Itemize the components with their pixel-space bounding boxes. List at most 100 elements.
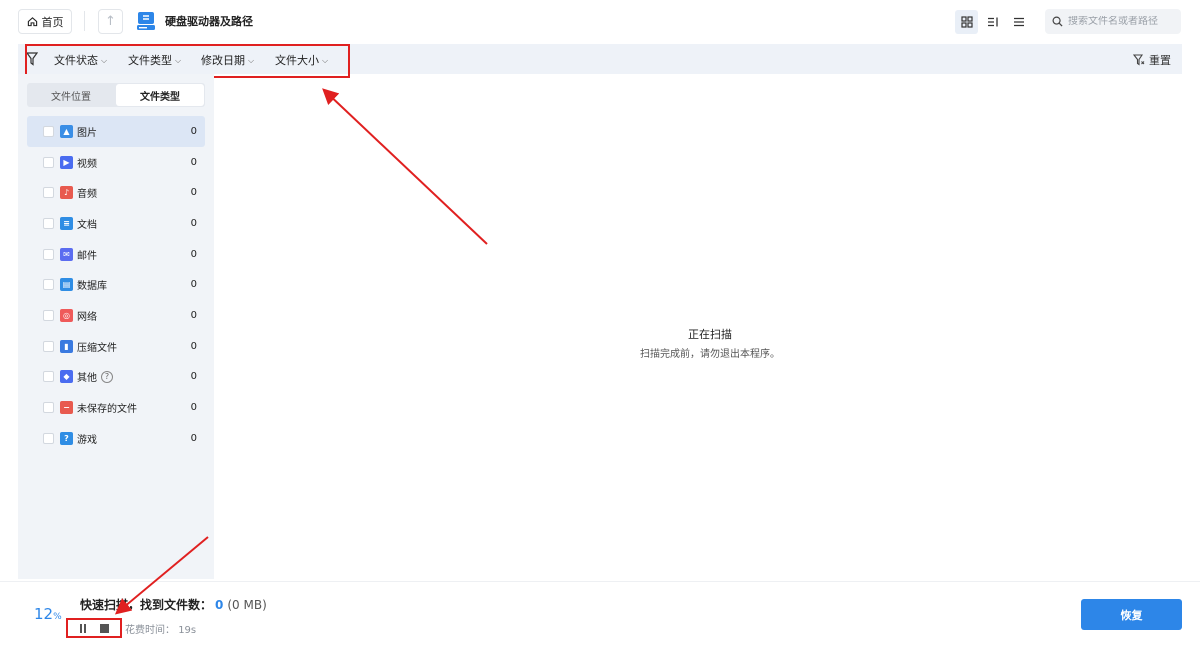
reset-label: 重置 [1149,54,1171,67]
checkbox[interactable] [43,279,54,291]
document-icon: ≡ [60,216,73,230]
home-button[interactable]: 首页 [18,9,72,34]
category-count: 0 [190,309,197,321]
checkbox[interactable] [43,217,54,229]
restore-button[interactable]: 恢复 [1081,599,1182,630]
category-count: 0 [190,125,197,137]
up-button[interactable]: ↑ [98,9,123,34]
category-item[interactable]: ▤ 数据库 0 [27,269,205,300]
category-label: 其他 [77,373,97,385]
bottom-bar: 12% 快速扫描，找到文件数： 0 (0 MB) 花费时间： 19s 恢复 [0,581,1200,647]
annotation-arrow-filters [322,88,488,245]
category-item[interactable]: ? 游戏 0 [27,423,205,454]
grid-icon [960,15,973,28]
pause-button[interactable] [79,623,86,633]
checkbox[interactable] [43,340,54,352]
scan-summary: 快速扫描，找到文件数： 0 (0 MB) [80,596,267,613]
category-item[interactable]: − 未保存的文件 0 [27,392,205,423]
category-label: 图片 [77,127,97,139]
scan-controls [66,618,122,638]
progress-unit: % [53,612,62,622]
category-item[interactable]: ▲ 图片 0 [27,116,205,147]
archive-icon: ▮ [60,339,73,353]
category-item[interactable]: ▮ 压缩文件 0 [27,331,205,362]
category-label: 文档 [77,219,97,231]
category-count: 0 [190,340,197,352]
mail-icon: ✉ [60,247,73,261]
grid-view-button[interactable] [955,9,978,34]
category-count: 0 [190,402,197,414]
time-value: 19s [178,625,197,636]
search-icon [1052,16,1063,27]
detail-list-icon [987,17,998,26]
category-label: 未保存的文件 [77,404,137,416]
unsaved-file-icon: − [60,401,73,415]
database-icon: ▤ [60,278,73,292]
annotation-highlight-filters [25,44,350,78]
status-title: 正在扫描 [688,328,732,341]
category-item[interactable]: ≡ 文档 0 [27,208,205,239]
category-label: 游戏 [77,434,97,446]
found-count: 0 [215,598,224,612]
checkbox[interactable] [43,309,54,321]
category-count: 0 [190,371,197,383]
category-count: 0 [190,279,197,291]
home-label: 首页 [41,15,64,29]
hard-drive-icon [137,12,155,30]
category-item[interactable]: ◆ 其他? 0 [27,362,205,393]
progress-percent: 12% [34,605,62,623]
category-list: ▲ 图片 0 ▶ 视频 0 ♪ 音频 0 ≡ 文档 0 ✉ 邮件 0 ▤ 数据库 0 ◎ 网络 0 ▮ 压缩文件 0 ◆ 其他? 0… [27,116,205,454]
category-label: 网络 [77,311,97,323]
checkbox[interactable] [43,156,54,168]
checkbox[interactable] [43,432,54,444]
search-box [1045,9,1181,34]
pause-icon-bar [79,623,82,633]
checkbox[interactable] [43,402,54,414]
clear-filter-icon [1133,54,1145,66]
checkbox[interactable] [43,248,54,260]
category-count: 0 [190,187,197,199]
category-label: 音频 [77,189,97,201]
detail-view-button[interactable] [981,10,1004,34]
view-mode-switcher [955,9,1033,34]
page-title: 硬盘驱动器及路径 [165,15,253,28]
progress-value: 12 [34,605,54,623]
image-icon: ▲ [60,124,73,138]
time-label: 花费时间： [125,625,175,636]
category-label: 压缩文件 [77,342,117,354]
checkbox[interactable] [43,187,54,199]
category-label: 邮件 [77,250,97,262]
scan-label: 快速扫描，找到文件数： [80,598,213,612]
tab-file-type[interactable]: 文件类型 [116,84,204,106]
sidebar-tabs: 文件位置 文件类型 [27,83,205,107]
tab-file-location[interactable]: 文件位置 [27,83,115,107]
category-item[interactable]: ♪ 音频 0 [27,177,205,208]
status-subtitle: 扫描完成前，请勿退出本程序。 [640,349,780,360]
category-count: 0 [190,217,197,229]
category-item[interactable]: ▶ 视频 0 [27,147,205,178]
arrow-up-icon: ↑ [105,14,116,29]
game-icon: ? [60,431,73,445]
category-item[interactable]: ◎ 网络 0 [27,300,205,331]
stop-button[interactable] [99,623,109,633]
list-icon [1013,17,1024,26]
scan-status: 正在扫描 扫描完成前，请勿退出本程序。 [580,326,840,360]
checkbox[interactable] [43,125,54,137]
category-count: 0 [190,432,197,444]
help-icon[interactable]: ? [101,370,113,383]
video-icon: ▶ [60,155,73,169]
network-icon: ◎ [60,308,73,322]
pause-icon-bar [83,623,86,633]
reset-filters-button[interactable]: 重置 [1133,52,1171,68]
sidebar: 文件位置 文件类型 ▲ 图片 0 ▶ 视频 0 ♪ 音频 0 ≡ 文档 0 ✉ 邮件 0 ▤ 数据库 0 ◎ 网络 0 ▮… [18,74,214,579]
category-item[interactable]: ✉ 邮件 0 [27,239,205,270]
other-icon: ◆ [60,370,73,384]
category-label: 数据库 [77,281,107,293]
list-view-button[interactable] [1007,10,1030,34]
search-input[interactable] [1068,16,1176,27]
checkbox[interactable] [43,371,54,383]
home-icon [27,17,37,27]
elapsed-time: 花费时间： 19s [125,621,196,636]
category-label: 视频 [77,158,97,170]
top-bar: 首页 ↑ 硬盘驱动器及路径 [0,0,1200,42]
